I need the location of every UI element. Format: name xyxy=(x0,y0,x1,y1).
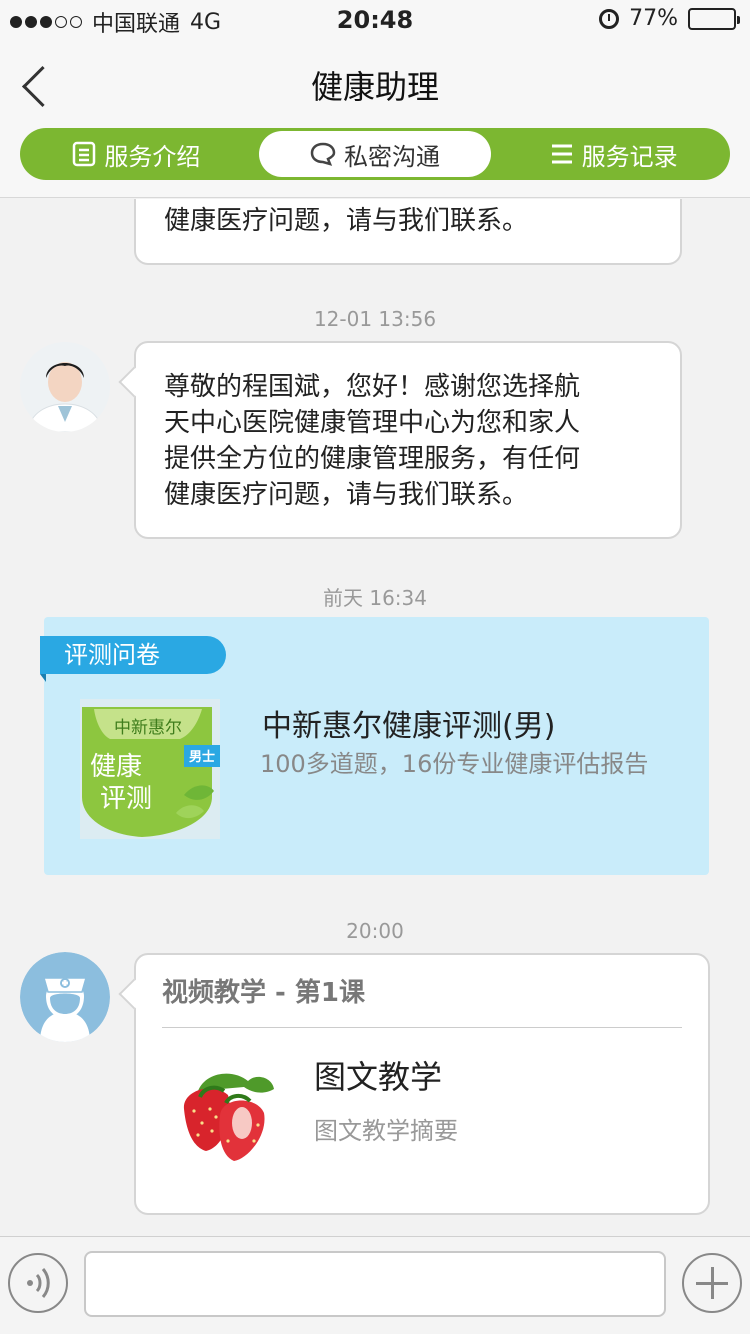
message-bubble-partial: 健康医疗问题，请与我们联系。 xyxy=(134,199,682,265)
lesson-item-title: 图文教学 xyxy=(314,1058,443,1096)
nav-bar: 健康助理 服务介绍 私密沟通 服务记录 xyxy=(0,40,750,198)
chat-list[interactable]: 健康医疗问题，请与我们联系。 12-01 13:56 尊敬的程国斌，您好！感谢您… xyxy=(0,199,750,1236)
timestamp: 前天 16:34 xyxy=(323,586,427,610)
doctor-photo-icon xyxy=(20,342,110,432)
timestamp: 20:00 xyxy=(346,919,404,943)
input-bar xyxy=(0,1236,750,1334)
doctor-avatar[interactable] xyxy=(20,342,110,432)
message-line: 尊敬的程国斌，您好！感谢您选择航 xyxy=(164,372,581,402)
divider xyxy=(162,1027,682,1028)
tab-private-chat[interactable]: 私密沟通 xyxy=(258,131,492,177)
list-icon xyxy=(551,144,572,164)
tab-service-intro[interactable]: 服务介绍 xyxy=(20,128,253,180)
voice-wave-icon xyxy=(27,1268,50,1298)
message-line: 健康医疗问题，请与我们联系。 xyxy=(164,480,529,510)
add-attachment-button[interactable] xyxy=(682,1253,742,1313)
survey-title: 中新惠尔健康评测(男) xyxy=(262,709,556,744)
assistant-avatar[interactable] xyxy=(20,952,110,1042)
nurse-avatar-icon xyxy=(20,952,110,1042)
thumb-tag: 男士 xyxy=(189,749,215,765)
segmented-tabs: 服务介绍 私密沟通 服务记录 xyxy=(20,128,730,180)
lesson-header: 视频教学 - 第1课 xyxy=(162,978,365,1008)
voice-input-button[interactable] xyxy=(8,1253,68,1313)
battery-icon xyxy=(688,7,740,30)
message-line: 提供全方位的健康管理服务，有任何 xyxy=(164,444,581,474)
thumb-brand: 中新惠尔 xyxy=(114,718,182,738)
message-bubble-welcome: 尊敬的程国斌，您好！感谢您选择航 天中心医院健康管理中心为您和家人 提供全方位的… xyxy=(118,341,682,539)
tab-label: 服务记录 xyxy=(581,142,678,171)
message-text: 健康医疗问题，请与我们联系。 xyxy=(164,206,529,236)
tab-label: 服务介绍 xyxy=(104,142,201,171)
status-right: 77% xyxy=(599,6,740,31)
strawberry-icon xyxy=(183,1073,274,1161)
timestamp: 12-01 13:56 xyxy=(313,307,437,331)
page-title: 健康助理 xyxy=(310,68,439,106)
alarm-icon xyxy=(599,8,620,29)
status-bar: 中国联通 4G 20:48 77% xyxy=(0,0,750,40)
document-icon xyxy=(73,141,96,167)
lesson-item-summary: 图文教学摘要 xyxy=(314,1117,458,1145)
survey-thumbnail: 中新惠尔 男士 健康 评测 xyxy=(80,699,220,839)
thumb-line2: 评测 xyxy=(100,784,152,814)
message-input[interactable] xyxy=(84,1251,666,1317)
message-line: 天中心医院健康管理中心为您和家人 xyxy=(164,408,581,438)
tab-service-records[interactable]: 服务记录 xyxy=(497,128,730,180)
video-lesson-card[interactable]: 视频教学 - 第1课 图文教学 图文教学摘要 xyxy=(118,953,710,1215)
health-assessment-badge-icon: 中新惠尔 男士 健康 评测 xyxy=(80,699,220,839)
chat-bubble-icon xyxy=(310,142,336,166)
survey-card[interactable]: 评测问卷 中新惠尔 男士 健康 评测 中新惠尔健康评测(男) 100多道题，16… xyxy=(40,617,709,875)
battery-percent: 77% xyxy=(629,6,678,31)
thumb-line1: 健康 xyxy=(90,752,142,782)
survey-description: 100多道题，16份专业健康评估报告 xyxy=(260,750,649,778)
survey-ribbon: 评测问卷 xyxy=(40,636,226,682)
tab-label: 私密沟通 xyxy=(344,142,440,171)
lesson-thumbnail xyxy=(164,1051,284,1171)
